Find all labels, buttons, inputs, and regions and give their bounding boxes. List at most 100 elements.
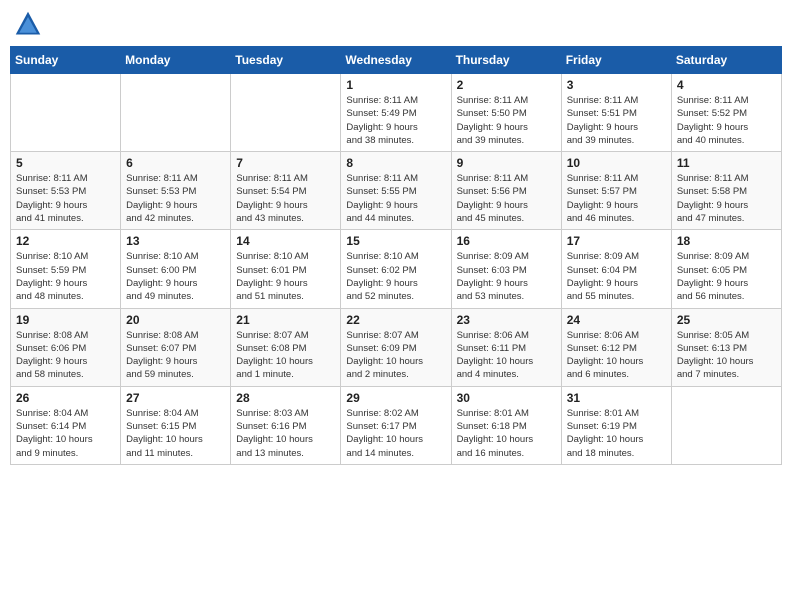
day-number: 26: [16, 391, 115, 405]
day-number: 16: [457, 234, 556, 248]
calendar-cell: [11, 74, 121, 152]
day-info: Sunrise: 8:11 AM Sunset: 5:50 PM Dayligh…: [457, 94, 556, 147]
day-info: Sunrise: 8:11 AM Sunset: 5:49 PM Dayligh…: [346, 94, 445, 147]
logo: [14, 10, 46, 38]
calendar-cell: 14 Sunrise: 8:10 AM Sunset: 6:01 PM Dayli…: [231, 230, 341, 308]
calendar-cell: 27 Sunrise: 8:04 AM Sunset: 6:15 PM Dayli…: [121, 386, 231, 464]
calendar-cell: 10 Sunrise: 8:11 AM Sunset: 5:57 PM Dayli…: [561, 152, 671, 230]
day-info: Sunrise: 8:06 AM Sunset: 6:12 PM Dayligh…: [567, 329, 666, 382]
day-number: 11: [677, 156, 776, 170]
day-info: Sunrise: 8:10 AM Sunset: 5:59 PM Dayligh…: [16, 250, 115, 303]
calendar-cell: 24 Sunrise: 8:06 AM Sunset: 6:12 PM Dayli…: [561, 308, 671, 386]
day-info: Sunrise: 8:01 AM Sunset: 6:18 PM Dayligh…: [457, 407, 556, 460]
calendar-cell: 21Sunrise: 8:07 AM Sunset: 6:08 PM Dayli…: [231, 308, 341, 386]
day-info: Sunrise: 8:09 AM Sunset: 6:05 PM Dayligh…: [677, 250, 776, 303]
calendar-cell: 2 Sunrise: 8:11 AM Sunset: 5:50 PM Daylig…: [451, 74, 561, 152]
calendar-cell: 6Sunrise: 8:11 AM Sunset: 5:53 PM Daylig…: [121, 152, 231, 230]
weekday-header-saturday: Saturday: [671, 47, 781, 74]
day-number: 19: [16, 313, 115, 327]
calendar-cell: [671, 386, 781, 464]
day-info: Sunrise: 8:05 AM Sunset: 6:13 PM Dayligh…: [677, 329, 776, 382]
day-number: 17: [567, 234, 666, 248]
day-info: Sunrise: 8:09 AM Sunset: 6:04 PM Dayligh…: [567, 250, 666, 303]
day-info: Sunrise: 8:11 AM Sunset: 5:54 PM Dayligh…: [236, 172, 335, 225]
calendar-cell: 16 Sunrise: 8:09 AM Sunset: 6:03 PM Dayli…: [451, 230, 561, 308]
weekday-header-wednesday: Wednesday: [341, 47, 451, 74]
calendar-cell: 11 Sunrise: 8:11 AM Sunset: 5:58 PM Dayli…: [671, 152, 781, 230]
day-number: 15: [346, 234, 445, 248]
logo-icon: [14, 10, 42, 38]
calendar-cell: 19 Sunrise: 8:08 AM Sunset: 6:06 PM Dayli…: [11, 308, 121, 386]
calendar-cell: 1Sunrise: 8:11 AM Sunset: 5:49 PM Daylig…: [341, 74, 451, 152]
day-info: Sunrise: 8:04 AM Sunset: 6:14 PM Dayligh…: [16, 407, 115, 460]
day-number: 13: [126, 234, 225, 248]
day-number: 27: [126, 391, 225, 405]
calendar-cell: 25 Sunrise: 8:05 AM Sunset: 6:13 PM Dayli…: [671, 308, 781, 386]
calendar-cell: 31 Sunrise: 8:01 AM Sunset: 6:19 PM Dayli…: [561, 386, 671, 464]
day-number: 10: [567, 156, 666, 170]
page-header: [10, 10, 782, 38]
day-number: 31: [567, 391, 666, 405]
calendar-cell: 3Sunrise: 8:11 AM Sunset: 5:51 PM Daylig…: [561, 74, 671, 152]
day-info: Sunrise: 8:11 AM Sunset: 5:51 PM Dayligh…: [567, 94, 666, 147]
calendar-cell: 15 Sunrise: 8:10 AM Sunset: 6:02 PM Dayli…: [341, 230, 451, 308]
weekday-header-row: SundayMondayTuesdayWednesdayThursdayFrid…: [11, 47, 782, 74]
weekday-header-sunday: Sunday: [11, 47, 121, 74]
weekday-header-monday: Monday: [121, 47, 231, 74]
day-info: Sunrise: 8:09 AM Sunset: 6:03 PM Dayligh…: [457, 250, 556, 303]
weekday-header-tuesday: Tuesday: [231, 47, 341, 74]
calendar-cell: 12 Sunrise: 8:10 AM Sunset: 5:59 PM Dayli…: [11, 230, 121, 308]
calendar-cell: 18 Sunrise: 8:09 AM Sunset: 6:05 PM Dayli…: [671, 230, 781, 308]
weekday-header-friday: Friday: [561, 47, 671, 74]
day-info: Sunrise: 8:01 AM Sunset: 6:19 PM Dayligh…: [567, 407, 666, 460]
calendar-cell: 5 Sunrise: 8:11 AM Sunset: 5:53 PM Daylig…: [11, 152, 121, 230]
day-info: Sunrise: 8:08 AM Sunset: 6:07 PM Dayligh…: [126, 329, 225, 382]
day-info: Sunrise: 8:11 AM Sunset: 5:52 PM Dayligh…: [677, 94, 776, 147]
day-number: 28: [236, 391, 335, 405]
day-info: Sunrise: 8:08 AM Sunset: 6:06 PM Dayligh…: [16, 329, 115, 382]
day-info: Sunrise: 8:06 AM Sunset: 6:11 PM Dayligh…: [457, 329, 556, 382]
day-number: 5: [16, 156, 115, 170]
calendar-cell: [231, 74, 341, 152]
day-number: 21: [236, 313, 335, 327]
day-info: Sunrise: 8:03 AM Sunset: 6:16 PM Dayligh…: [236, 407, 335, 460]
day-number: 2: [457, 78, 556, 92]
calendar-cell: 26 Sunrise: 8:04 AM Sunset: 6:14 PM Dayli…: [11, 386, 121, 464]
day-info: Sunrise: 8:11 AM Sunset: 5:53 PM Dayligh…: [16, 172, 115, 225]
calendar-table: SundayMondayTuesdayWednesdayThursdayFrid…: [10, 46, 782, 465]
calendar-cell: [121, 74, 231, 152]
day-number: 7: [236, 156, 335, 170]
calendar-cell: 17 Sunrise: 8:09 AM Sunset: 6:04 PM Dayli…: [561, 230, 671, 308]
day-info: Sunrise: 8:10 AM Sunset: 6:01 PM Dayligh…: [236, 250, 335, 303]
day-number: 12: [16, 234, 115, 248]
day-info: Sunrise: 8:11 AM Sunset: 5:55 PM Dayligh…: [346, 172, 445, 225]
calendar-cell: 30Sunrise: 8:01 AM Sunset: 6:18 PM Dayli…: [451, 386, 561, 464]
day-info: Sunrise: 8:11 AM Sunset: 5:57 PM Dayligh…: [567, 172, 666, 225]
day-info: Sunrise: 8:10 AM Sunset: 6:02 PM Dayligh…: [346, 250, 445, 303]
calendar-week-2: 12 Sunrise: 8:10 AM Sunset: 5:59 PM Dayli…: [11, 230, 782, 308]
day-info: Sunrise: 8:11 AM Sunset: 5:56 PM Dayligh…: [457, 172, 556, 225]
calendar-week-3: 19 Sunrise: 8:08 AM Sunset: 6:06 PM Dayli…: [11, 308, 782, 386]
day-number: 9: [457, 156, 556, 170]
day-number: 22: [346, 313, 445, 327]
day-number: 8: [346, 156, 445, 170]
day-info: Sunrise: 8:11 AM Sunset: 5:58 PM Dayligh…: [677, 172, 776, 225]
day-info: Sunrise: 8:04 AM Sunset: 6:15 PM Dayligh…: [126, 407, 225, 460]
day-info: Sunrise: 8:07 AM Sunset: 6:09 PM Dayligh…: [346, 329, 445, 382]
day-number: 25: [677, 313, 776, 327]
day-number: 29: [346, 391, 445, 405]
day-number: 24: [567, 313, 666, 327]
day-number: 6: [126, 156, 225, 170]
day-number: 23: [457, 313, 556, 327]
calendar-week-1: 5 Sunrise: 8:11 AM Sunset: 5:53 PM Daylig…: [11, 152, 782, 230]
calendar-cell: 13Sunrise: 8:10 AM Sunset: 6:00 PM Dayli…: [121, 230, 231, 308]
day-number: 20: [126, 313, 225, 327]
calendar-cell: 23 Sunrise: 8:06 AM Sunset: 6:11 PM Dayli…: [451, 308, 561, 386]
calendar-cell: 20 Sunrise: 8:08 AM Sunset: 6:07 PM Dayli…: [121, 308, 231, 386]
calendar-cell: 29Sunrise: 8:02 AM Sunset: 6:17 PM Dayli…: [341, 386, 451, 464]
day-number: 18: [677, 234, 776, 248]
calendar-week-4: 26 Sunrise: 8:04 AM Sunset: 6:14 PM Dayli…: [11, 386, 782, 464]
day-number: 4: [677, 78, 776, 92]
calendar-cell: 4 Sunrise: 8:11 AM Sunset: 5:52 PM Daylig…: [671, 74, 781, 152]
day-number: 14: [236, 234, 335, 248]
